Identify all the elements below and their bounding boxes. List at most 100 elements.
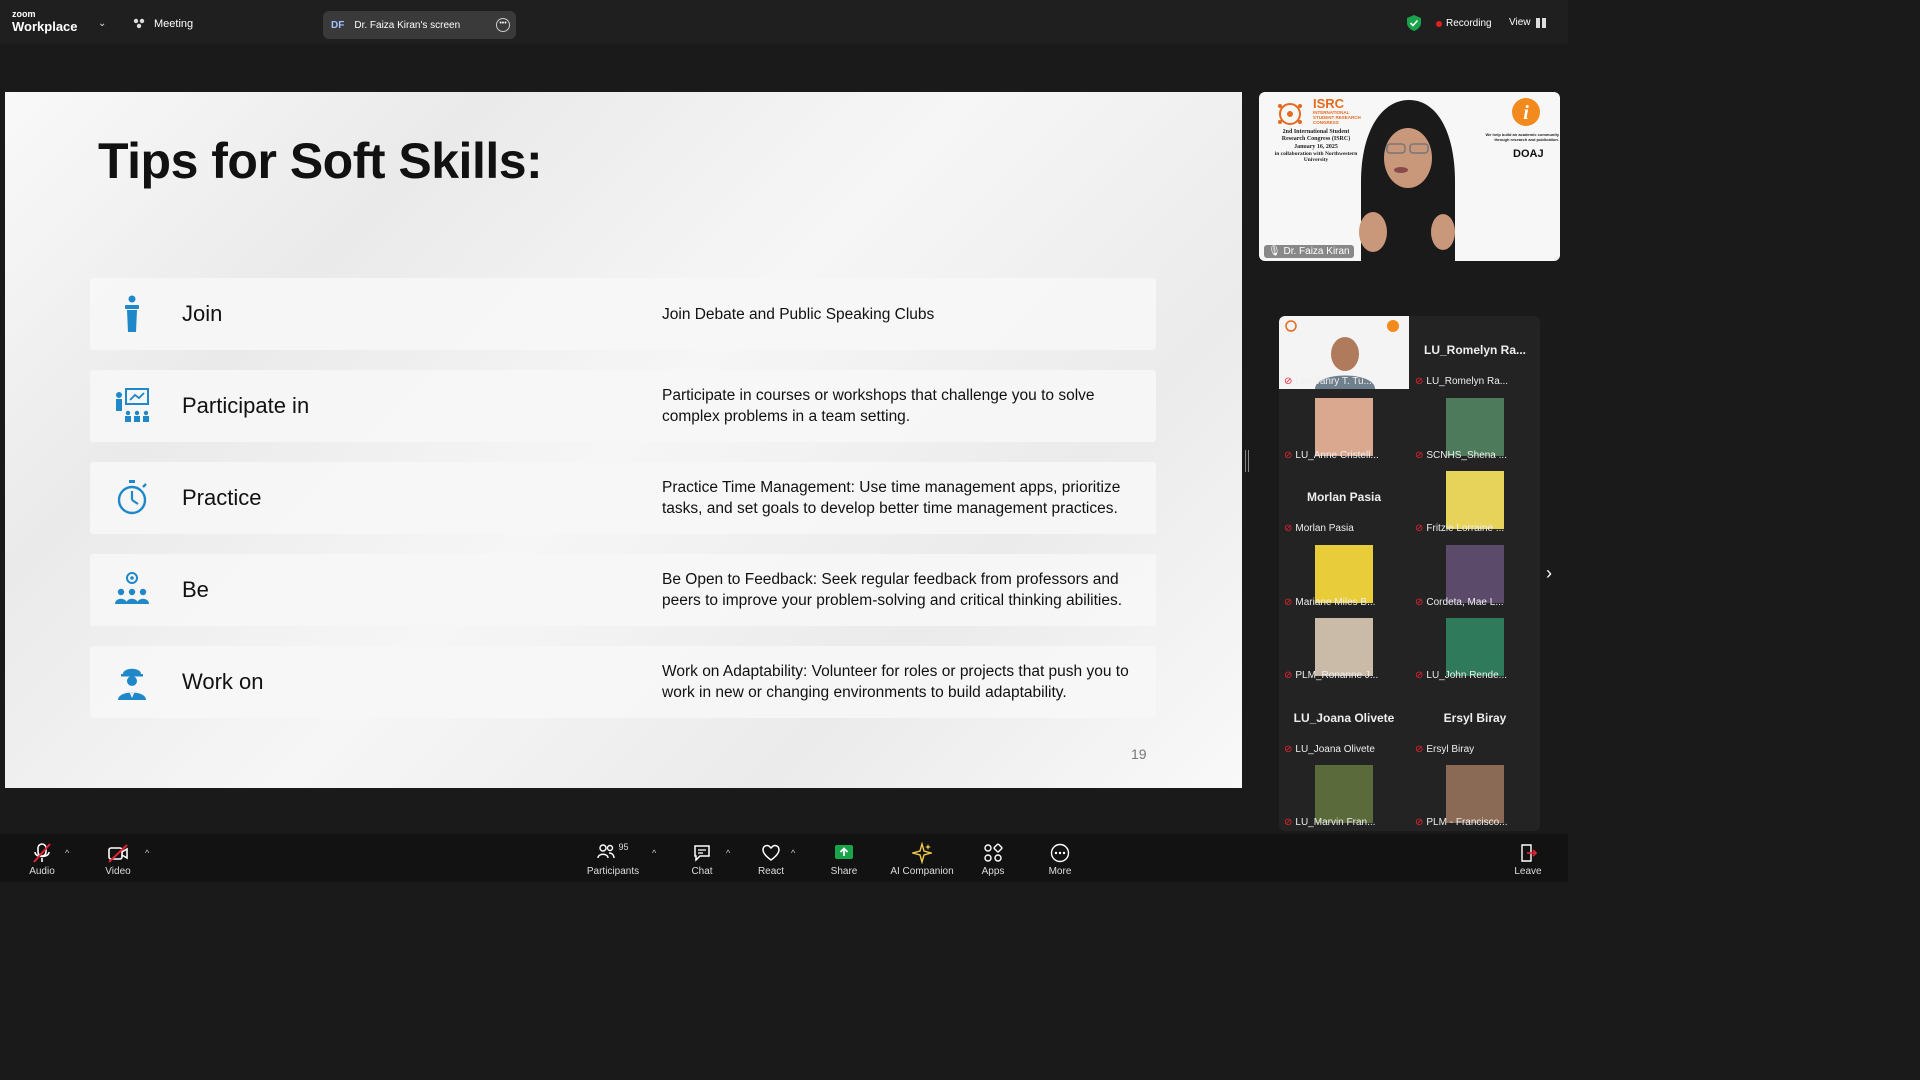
ai-companion-button[interactable]: AI Companion xyxy=(888,842,956,877)
speaker-name-label: Dr. Faiza Kiran xyxy=(1283,246,1350,257)
mic-on-icon: 🎙 xyxy=(1268,246,1281,257)
speaker-name: 🎙 Dr. Faiza Kiran xyxy=(1264,245,1354,258)
chat-icon xyxy=(694,845,710,862)
tip-label: Be xyxy=(182,577,209,602)
chat-options-caret-icon[interactable]: ^ xyxy=(726,848,730,858)
participants-icon xyxy=(597,844,616,859)
next-page-arrow-icon[interactable]: › xyxy=(1546,563,1552,584)
meeting-icon xyxy=(133,18,145,29)
participant-tile[interactable]: ⊘ Cordeta, Mae L... xyxy=(1410,537,1540,610)
ai-companion-label: AI Companion xyxy=(890,866,954,877)
participant-tile[interactable]: ⊘ LU_John Rende... xyxy=(1410,610,1540,683)
mic-muted-icon: ⊘ xyxy=(1415,376,1424,387)
mic-muted-icon: ⊘ xyxy=(1415,817,1424,828)
audio-options-caret-icon[interactable]: ^ xyxy=(65,848,69,858)
participant-tile[interactable]: Morlan Pasia ⊘ Morlan Pasia xyxy=(1279,463,1409,536)
mic-muted-icon: ⊘ xyxy=(1284,597,1293,608)
page-number: 19 xyxy=(1131,746,1147,762)
participant-gallery: ⊘ Leo Janry T. Tu... LU_Romelyn Ra... ⊘ LU… xyxy=(1279,316,1540,831)
participant-name: ⊘ PLM - Francisco... xyxy=(1415,817,1508,828)
tip-description: Join Debate and Public Speaking Clubs xyxy=(662,305,935,323)
more-label: More xyxy=(1048,866,1072,877)
video-options-caret-icon[interactable]: ^ xyxy=(145,848,149,858)
participant-name: ⊘ LU_Marvin Fran... xyxy=(1284,817,1376,828)
participant-tile[interactable]: ⊘ Leo Janry T. Tu... xyxy=(1279,316,1409,389)
share-screen-icon xyxy=(835,845,853,859)
more-button[interactable]: More xyxy=(1046,842,1074,877)
tip-label: Practice xyxy=(182,485,262,510)
zoom-logo[interactable]: zoom Workplace xyxy=(12,9,78,34)
leave-button[interactable]: Leave xyxy=(1514,842,1542,877)
tip-description: Work on Adaptability: Volunteer for role… xyxy=(662,663,1129,701)
tip-label: Participate in xyxy=(182,393,310,418)
participant-tile[interactable]: ⊘ PLM - Francisco... xyxy=(1410,757,1540,830)
view-button[interactable]: View xyxy=(1509,17,1546,28)
shield-icon[interactable] xyxy=(1407,15,1421,31)
team-icon xyxy=(115,572,149,604)
screen-share-indicator[interactable]: DF Dr. Faiza Kiran's screen ••• xyxy=(323,11,516,39)
mic-muted-icon: ⊘ xyxy=(1415,670,1424,681)
participants-label: Participants xyxy=(586,866,640,877)
react-options-caret-icon[interactable]: ^ xyxy=(791,848,795,858)
meeting-button[interactable]: Meeting xyxy=(132,17,193,31)
apps-button[interactable]: Apps xyxy=(979,842,1007,877)
leave-label: Leave xyxy=(1514,866,1542,877)
video-button[interactable]: Video xyxy=(102,842,134,877)
share-button[interactable]: Share xyxy=(830,842,858,877)
chat-label: Chat xyxy=(691,866,713,877)
participant-name: ⊘ Cordeta, Mae L... xyxy=(1415,597,1504,608)
speaker-video[interactable]: ISRC INTERNATIONAL STUDENT RESEARCH CONG… xyxy=(1259,92,1560,261)
share-initials: DF xyxy=(331,19,345,31)
participants-button[interactable]: 95 Participants xyxy=(586,842,640,877)
audio-label: Audio xyxy=(29,866,55,877)
more-options-icon[interactable]: ••• xyxy=(496,18,510,32)
participant-video xyxy=(1446,471,1504,529)
participant-name: ⊘ Ersyl Biray xyxy=(1415,744,1475,755)
participant-tile[interactable]: LU_Joana Olivete ⊘ LU_Joana Olivete xyxy=(1279,684,1409,757)
mic-muted-icon: ⊘ xyxy=(1284,450,1293,461)
tip-row-work: Work on Work on Adaptability: Volunteer … xyxy=(90,646,1156,718)
participant-tile[interactable]: ⊘ Fritzie Lorraine ... xyxy=(1410,463,1540,536)
view-grid-icon xyxy=(1535,17,1546,28)
orange-i-logo: i xyxy=(1512,98,1540,126)
more-icon xyxy=(1050,843,1070,863)
mic-muted-icon: ⊘ xyxy=(1415,744,1424,755)
participant-tile[interactable]: ⊘ SCNHS_Shena ... xyxy=(1410,390,1540,463)
panel-resize-handle[interactable] xyxy=(1245,450,1249,472)
participant-tile[interactable]: ⊘ LU_Anne Cristell... xyxy=(1279,390,1409,463)
recording-indicator[interactable]: Recording xyxy=(1436,18,1492,29)
participant-tile[interactable]: ⊘ PLM_Ronanne J... xyxy=(1279,610,1409,683)
brand-name: Workplace xyxy=(12,19,78,34)
chat-button[interactable]: Chat xyxy=(688,842,716,877)
isrc-logo xyxy=(1278,103,1302,125)
share-title: Dr. Faiza Kiran's screen xyxy=(354,19,461,31)
svg-text:i: i xyxy=(1523,102,1529,124)
participant-tile[interactable]: Ersyl Biray ⊘ Ersyl Biray xyxy=(1410,684,1540,757)
participants-options-caret-icon[interactable]: ^ xyxy=(652,848,656,858)
participant-name: ⊘ SCNHS_Shena ... xyxy=(1415,450,1507,461)
audio-button[interactable]: Audio xyxy=(26,842,58,877)
participant-video xyxy=(1315,765,1373,823)
participant-tile[interactable]: LU_Romelyn Ra... ⊘ LU_Romelyn Ra... xyxy=(1410,316,1540,389)
participant-tile[interactable]: ⊘ LU_Marvin Fran... xyxy=(1279,757,1409,830)
video-off-icon xyxy=(108,844,128,863)
tip-row-practice: Practice Practice Time Management: Use t… xyxy=(90,462,1156,534)
participant-name: ⊘ Morlan Pasia xyxy=(1284,523,1354,534)
banner-line-1: 2nd International Student Research Congr… xyxy=(1281,129,1351,142)
speaker-figure xyxy=(1359,100,1455,261)
brand-small: zoom xyxy=(12,9,36,19)
podium-icon xyxy=(125,295,139,332)
react-button[interactable]: React xyxy=(757,842,785,877)
participant-name: ⊘ LU_Romelyn Ra... xyxy=(1415,376,1509,387)
apps-label: Apps xyxy=(981,866,1005,877)
chevron-down-icon[interactable]: ⌄ xyxy=(98,18,106,29)
doaj-logo: DOAJ xyxy=(1513,148,1544,160)
participant-name: ⊘ Fritzie Lorraine ... xyxy=(1415,523,1505,534)
mic-muted-icon: ⊘ xyxy=(1284,817,1293,828)
tip-row-be: Be Be Open to Feedback: Seek regular fee… xyxy=(90,554,1156,626)
shared-slide: Tips for Soft Skills: Join Join Debate a… xyxy=(5,92,1242,788)
mic-muted-icon: ⊘ xyxy=(1284,670,1293,681)
apps-icon xyxy=(984,843,1003,862)
participant-tile[interactable]: ⊘ Mariane Miles B... xyxy=(1279,537,1409,610)
participant-video xyxy=(1315,618,1373,676)
